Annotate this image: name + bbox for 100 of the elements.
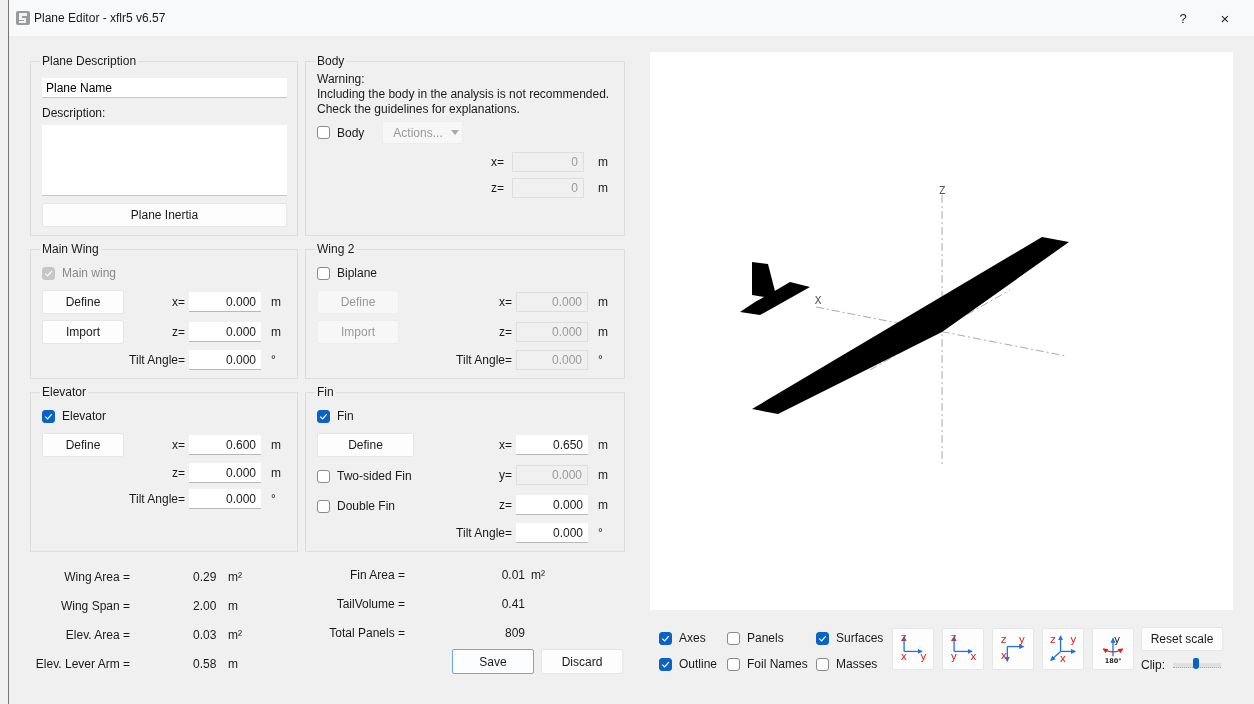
- field-label: x=: [171, 295, 185, 309]
- input-field[interactable]: 0.000: [189, 292, 261, 312]
- reset-scale-button[interactable]: Reset scale: [1141, 627, 1223, 651]
- checkbox-label[interactable]: Outline: [679, 657, 718, 671]
- axis-label: X: [814, 294, 822, 307]
- define-button[interactable]: Define: [42, 433, 124, 457]
- checkbox-label[interactable]: Axes: [679, 631, 706, 645]
- field-label: z=: [171, 466, 185, 480]
- input-field[interactable]: 0.000: [189, 463, 261, 483]
- field-label: Tilt Angle=: [129, 353, 185, 367]
- summary-value: 0.01: [500, 568, 525, 582]
- field-label: z=: [171, 325, 185, 339]
- unit-label: m: [270, 325, 282, 339]
- group-title: Elevator: [41, 385, 88, 399]
- warning-text: Check the guidelines for explanations.: [317, 102, 521, 117]
- input-field[interactable]: 0.000: [189, 350, 261, 370]
- name-field[interactable]: Plane Name: [42, 78, 287, 98]
- input-field[interactable]: 0.600: [189, 435, 261, 455]
- define-button[interactable]: Define: [317, 433, 414, 457]
- checkbox-label[interactable]: Masses: [836, 657, 878, 671]
- warning-text: Including the body in the analysis is not recommended.: [317, 87, 611, 102]
- checkbox[interactable]: [659, 657, 672, 671]
- define-button[interactable]: Import: [42, 320, 124, 344]
- summary-label: Total Panels =: [328, 626, 405, 640]
- unit-label: m: [597, 155, 609, 169]
- discard-button[interactable]: Discard: [541, 649, 623, 674]
- description-field[interactable]: [42, 125, 287, 196]
- caret-icon: [450, 130, 459, 135]
- checkbox[interactable]: [317, 266, 330, 280]
- summary-label: TailVolume =: [335, 597, 405, 611]
- unit-label: m: [597, 498, 609, 512]
- group-title: Main Wing: [41, 242, 100, 256]
- define-button[interactable]: Define: [42, 290, 124, 314]
- checkbox[interactable]: [317, 126, 330, 139]
- field-label: x=: [171, 438, 185, 452]
- field-label: z=: [491, 181, 504, 195]
- checkbox[interactable]: [727, 631, 740, 645]
- field-label: Tilt Angle=: [456, 353, 512, 367]
- summary-label: Wing Area =: [63, 569, 130, 584]
- group-title: Wing 2: [316, 242, 356, 256]
- unit-label: °: [270, 492, 277, 506]
- summary-value: 0.58: [192, 656, 218, 671]
- checkbox[interactable]: [317, 499, 330, 513]
- checkbox[interactable]: [659, 631, 672, 645]
- checkbox-label[interactable]: Body: [337, 125, 365, 140]
- input-field[interactable]: 0.650: [516, 435, 588, 455]
- checkbox-label[interactable]: Biplane: [337, 266, 378, 280]
- input-field[interactable]: 0.000: [516, 523, 588, 543]
- field-label: y=: [498, 468, 512, 482]
- unit-label: m²: [530, 568, 546, 582]
- unit-label: °: [597, 353, 604, 367]
- checkbox[interactable]: [42, 409, 55, 423]
- input-field[interactable]: 0.000: [189, 489, 261, 509]
- field-label: x=: [498, 438, 512, 452]
- help-button[interactable]: ?: [1162, 3, 1204, 33]
- field-label: x=: [491, 155, 504, 169]
- checkbox-label[interactable]: Two-sided Fin: [337, 469, 412, 483]
- checkbox-label[interactable]: Foil Names: [747, 657, 808, 671]
- unit-label: m: [597, 325, 609, 339]
- summary-value: 2.00: [192, 598, 218, 613]
- group-title: Plane Description: [41, 54, 138, 68]
- summary-label: Elev. Lever Arm =: [34, 656, 130, 671]
- axis-label: Z: [938, 184, 946, 197]
- field-label: Tilt Angle=: [129, 492, 185, 506]
- checkbox-label[interactable]: Elevator: [62, 409, 107, 423]
- field-label: z=: [498, 325, 512, 339]
- close-button[interactable]: ×: [1204, 3, 1246, 33]
- app-icon: [15, 10, 31, 26]
- unit-label: m: [597, 295, 609, 309]
- group-title: Fin: [316, 385, 335, 399]
- unit-label: °: [597, 526, 604, 540]
- unit-label: °: [270, 353, 277, 367]
- field-label: x=: [498, 295, 512, 309]
- checkbox-label[interactable]: Panels: [747, 631, 784, 645]
- unit-label: m: [597, 468, 609, 482]
- checkbox[interactable]: [317, 409, 330, 423]
- summary-value: 809: [503, 626, 525, 640]
- plane-view[interactable]: Z X: [650, 52, 1233, 610]
- summary-label: Elev. Area =: [64, 627, 130, 642]
- checkbox[interactable]: [816, 631, 829, 645]
- save-button[interactable]: Save: [452, 649, 534, 674]
- warning-text: Warning:: [317, 72, 366, 87]
- checkbox[interactable]: [816, 657, 829, 671]
- checkbox[interactable]: [317, 469, 330, 483]
- input-field[interactable]: 0.000: [189, 322, 261, 342]
- unit-label: m: [270, 438, 282, 452]
- checkbox-label[interactable]: Double Fin: [337, 499, 396, 513]
- checkbox-label[interactable]: Fin: [337, 409, 354, 423]
- slider-thumb[interactable]: [1193, 657, 1200, 669]
- summary-value: 0.03: [192, 627, 218, 642]
- unit-label: m²: [227, 627, 243, 642]
- unit-label: m²: [227, 569, 243, 584]
- unit-label: m: [597, 438, 609, 452]
- input-field[interactable]: 0.000: [516, 495, 588, 515]
- group-title: Body: [316, 54, 346, 68]
- field-label: z=: [498, 498, 512, 512]
- checkbox[interactable]: [727, 657, 740, 671]
- checkbox-label[interactable]: Surfaces: [836, 631, 884, 645]
- summary-label: Wing Span =: [59, 598, 130, 613]
- plane-inertia-button[interactable]: Plane Inertia: [42, 203, 287, 227]
